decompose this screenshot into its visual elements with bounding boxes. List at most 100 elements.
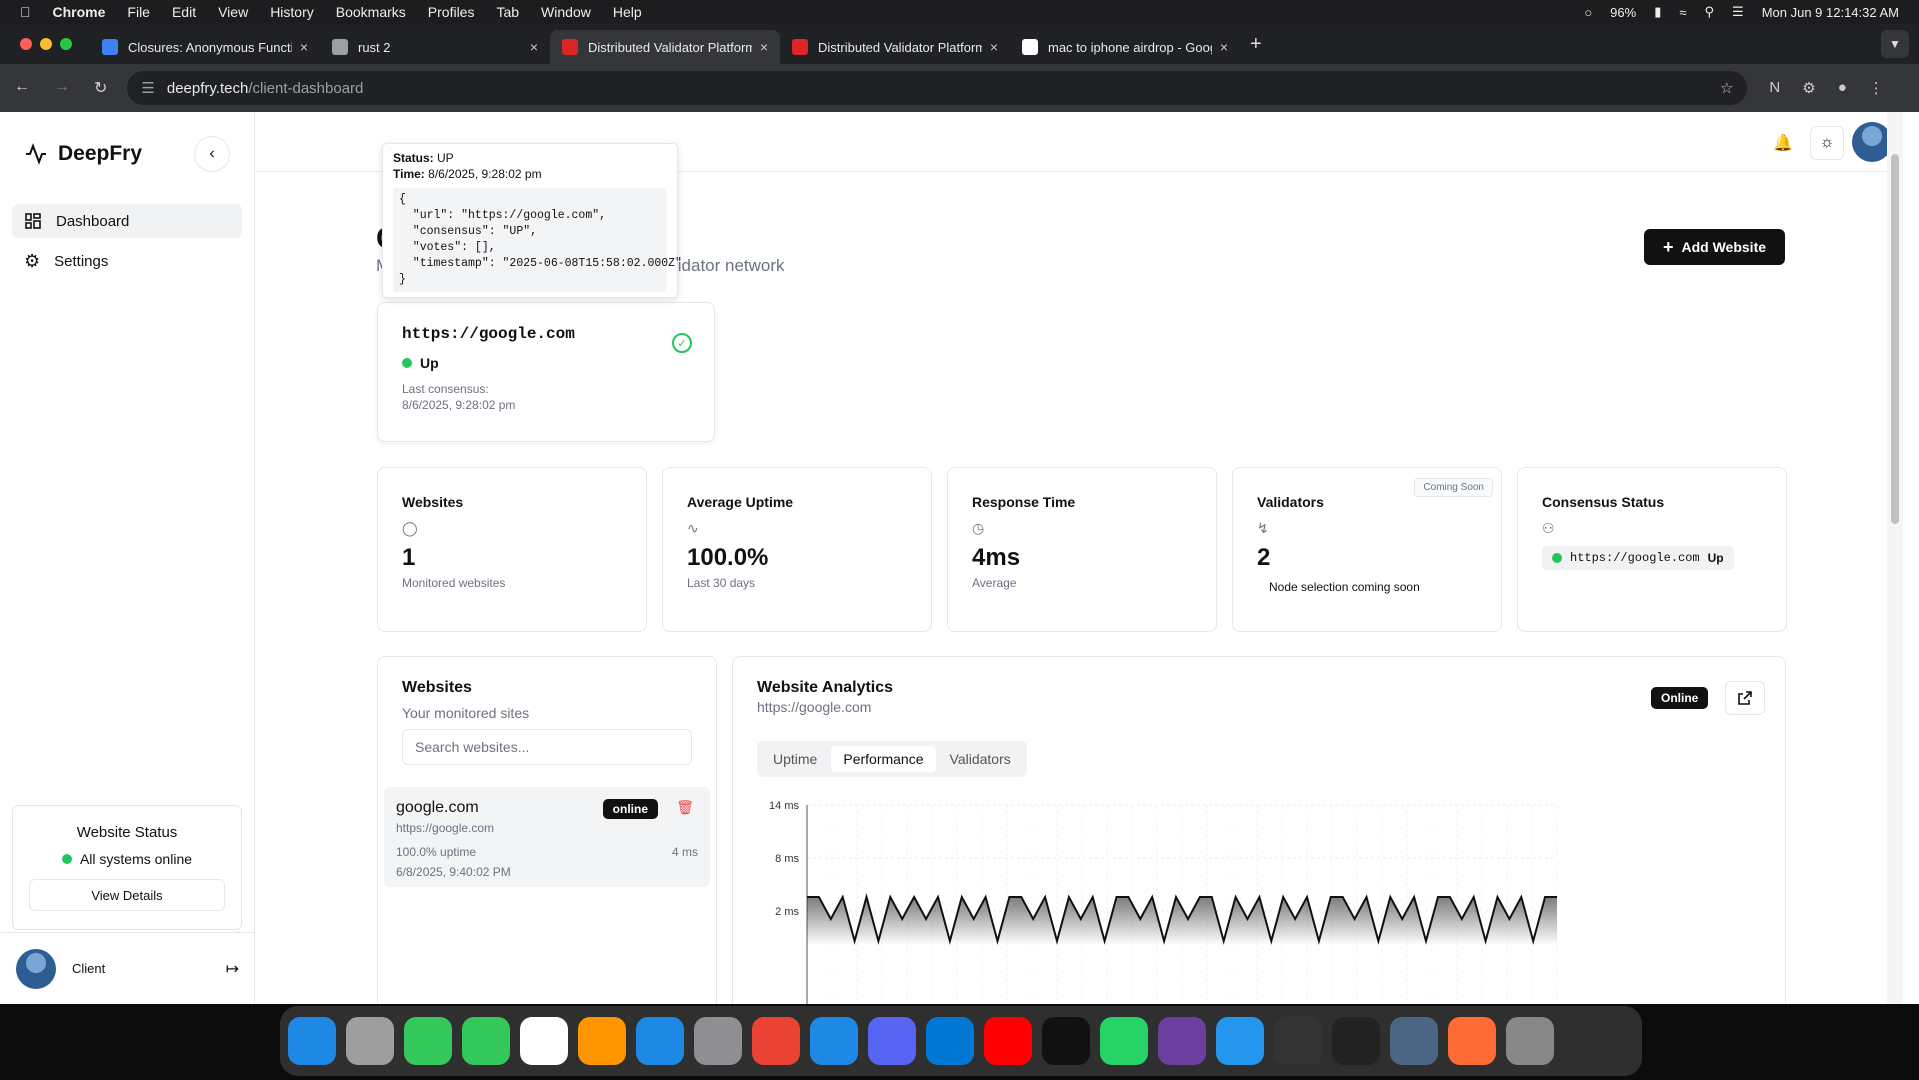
chevron-left-icon: ‹ xyxy=(209,145,215,162)
dock-app-icon[interactable] xyxy=(868,1017,916,1065)
site-card-last-consensus: Last consensus: 8/6/2025, 9:28:02 pm xyxy=(402,381,690,413)
control-center-icon[interactable]: ☰ xyxy=(1732,4,1744,20)
minimize-window-button[interactable] xyxy=(40,38,52,50)
menubar-app-name[interactable]: Chrome xyxy=(53,4,106,20)
trash-icon[interactable]: 🗑 xyxy=(676,799,694,816)
dock-app-icon[interactable] xyxy=(288,1017,336,1065)
site-info-icon[interactable]: ☰ xyxy=(141,79,154,97)
performance-chart[interactable]: 14 ms 8 ms 2 ms xyxy=(757,791,1767,1004)
dock-app-icon[interactable] xyxy=(926,1017,974,1065)
menu-view[interactable]: View xyxy=(218,4,248,20)
close-tab-icon[interactable]: × xyxy=(300,39,308,55)
mac-dock xyxy=(280,1006,1642,1076)
spotlight-icon[interactable]: ⚲ xyxy=(1705,4,1715,20)
dock-app-icon[interactable] xyxy=(1274,1017,1322,1065)
chrome-menu-icon[interactable]: ⋮ xyxy=(1869,79,1884,97)
scrollbar-thumb[interactable] xyxy=(1891,154,1899,524)
back-button[interactable]: ← xyxy=(14,78,30,98)
websites-panel-subtitle: Your monitored sites xyxy=(402,705,530,721)
battery-percent: 96% xyxy=(1610,4,1637,20)
menu-bookmarks[interactable]: Bookmarks xyxy=(336,4,406,20)
dock-app-icon[interactable] xyxy=(694,1017,742,1065)
tab-uptime[interactable]: Uptime xyxy=(761,746,829,772)
close-tab-icon[interactable]: × xyxy=(530,39,538,55)
forward-button[interactable]: → xyxy=(54,78,70,98)
tab-performance[interactable]: Performance xyxy=(831,746,936,772)
close-tab-icon[interactable]: × xyxy=(760,39,768,55)
site-status-card[interactable]: https://google.com ✓ Up Last consensus: 8… xyxy=(377,302,715,442)
menu-tab[interactable]: Tab xyxy=(496,4,519,20)
menubar-clock[interactable]: Mon Jun 9 12:14:32 AM xyxy=(1762,5,1899,20)
search-websites-input[interactable] xyxy=(402,729,692,765)
avatar[interactable] xyxy=(1852,122,1892,162)
battery-icon[interactable]: ▮ xyxy=(1654,4,1661,20)
headphones-icon[interactable]: ○ xyxy=(1584,5,1592,20)
tab-search-button[interactable]: ▼ xyxy=(1881,30,1909,58)
browser-tab[interactable]: rust 2 × xyxy=(320,30,550,64)
theme-toggle-sun-icon[interactable]: ☼ xyxy=(1810,126,1844,160)
open-external-button[interactable] xyxy=(1725,681,1765,715)
menu-help[interactable]: Help xyxy=(613,4,642,20)
tooltip-json: { "url": "https://google.com", "consensu… xyxy=(393,188,682,292)
browser-tab[interactable]: Distributed Validator Platform × xyxy=(780,30,1010,64)
reload-button[interactable]: ↻ xyxy=(94,78,107,98)
list-item[interactable]: google.com https://google.com online 🗑 1… xyxy=(384,787,710,887)
dock-app-icon[interactable] xyxy=(520,1017,568,1065)
dock-app-icon[interactable] xyxy=(346,1017,394,1065)
menu-file[interactable]: File xyxy=(127,4,150,20)
view-details-button[interactable]: View Details xyxy=(29,879,225,911)
site-card-url: https://google.com xyxy=(402,325,575,343)
notifications-bell-icon[interactable]: 🔔 xyxy=(1766,126,1800,160)
logout-icon[interactable]: ↦ xyxy=(226,959,239,979)
new-tab-button[interactable]: + xyxy=(1240,33,1272,56)
add-website-button[interactable]: + Add Website xyxy=(1644,229,1785,265)
avatar[interactable] xyxy=(16,948,56,989)
stat-card-websites: Websites ◯ 1 Monitored websites xyxy=(377,467,647,632)
dock-app-icon[interactable] xyxy=(636,1017,684,1065)
menu-profiles[interactable]: Profiles xyxy=(428,4,475,20)
dock-app-icon[interactable] xyxy=(752,1017,800,1065)
dock-app-icon[interactable] xyxy=(1390,1017,1438,1065)
close-tab-icon[interactable]: × xyxy=(1220,39,1228,55)
consensus-chip[interactable]: https://google.com Up xyxy=(1542,546,1734,570)
close-tab-icon[interactable]: × xyxy=(990,39,998,55)
tab-title: Closures: Anonymous Functio xyxy=(128,39,292,55)
zoom-window-button[interactable] xyxy=(60,38,72,50)
dock-app-icon[interactable] xyxy=(462,1017,510,1065)
dock-app-icon[interactable] xyxy=(1332,1017,1380,1065)
browser-tab[interactable]: Distributed Validator Platform × xyxy=(550,30,780,64)
brand-logo[interactable]: DeepFry xyxy=(24,142,142,166)
browser-tab[interactable]: Closures: Anonymous Functio × xyxy=(90,30,320,64)
apple-icon[interactable]:  xyxy=(20,4,31,20)
dock-app-icon[interactable] xyxy=(1448,1017,1496,1065)
extensions-puzzle-icon[interactable]: ⚙ xyxy=(1802,79,1815,97)
dock-app-icon[interactable] xyxy=(404,1017,452,1065)
profile-avatar-icon[interactable]: ● xyxy=(1838,79,1847,97)
close-window-button[interactable] xyxy=(20,38,32,50)
notion-extension-icon[interactable]: N xyxy=(1769,79,1780,97)
address-bar[interactable]: ☰ deepfry.tech/client-dashboard ☆ xyxy=(127,71,1748,105)
dock-app-icon[interactable] xyxy=(1100,1017,1148,1065)
tab-title: mac to iphone airdrop - Goog xyxy=(1048,39,1212,55)
dock-app-icon[interactable] xyxy=(1042,1017,1090,1065)
dock-app-icon[interactable] xyxy=(810,1017,858,1065)
dock-app-icon[interactable] xyxy=(984,1017,1032,1065)
tab-title: rust 2 xyxy=(358,39,391,55)
wifi-icon[interactable]: ≈ xyxy=(1679,5,1686,20)
menu-history[interactable]: History xyxy=(270,4,314,20)
dock-app-icon[interactable] xyxy=(1158,1017,1206,1065)
dock-app-icon[interactable] xyxy=(1506,1017,1554,1065)
bookmark-star-icon[interactable]: ☆ xyxy=(1720,79,1733,97)
status-box-title: Website Status xyxy=(76,824,178,841)
sidebar-item-settings[interactable]: ⚙ Settings xyxy=(12,244,242,278)
dock-app-icon[interactable] xyxy=(578,1017,626,1065)
menu-window[interactable]: Window xyxy=(541,4,591,20)
dock-app-icon[interactable] xyxy=(1216,1017,1264,1065)
sidebar-item-dashboard[interactable]: Dashboard xyxy=(12,204,242,238)
browser-tab[interactable]: mac to iphone airdrop - Goog × xyxy=(1010,30,1240,64)
page-scrollbar[interactable] xyxy=(1887,112,1903,1004)
tab-validators[interactable]: Validators xyxy=(938,746,1023,772)
collapse-sidebar-button[interactable]: ‹ xyxy=(194,136,230,172)
menu-edit[interactable]: Edit xyxy=(172,4,196,20)
users-icon: ⚇ xyxy=(1542,520,1555,536)
